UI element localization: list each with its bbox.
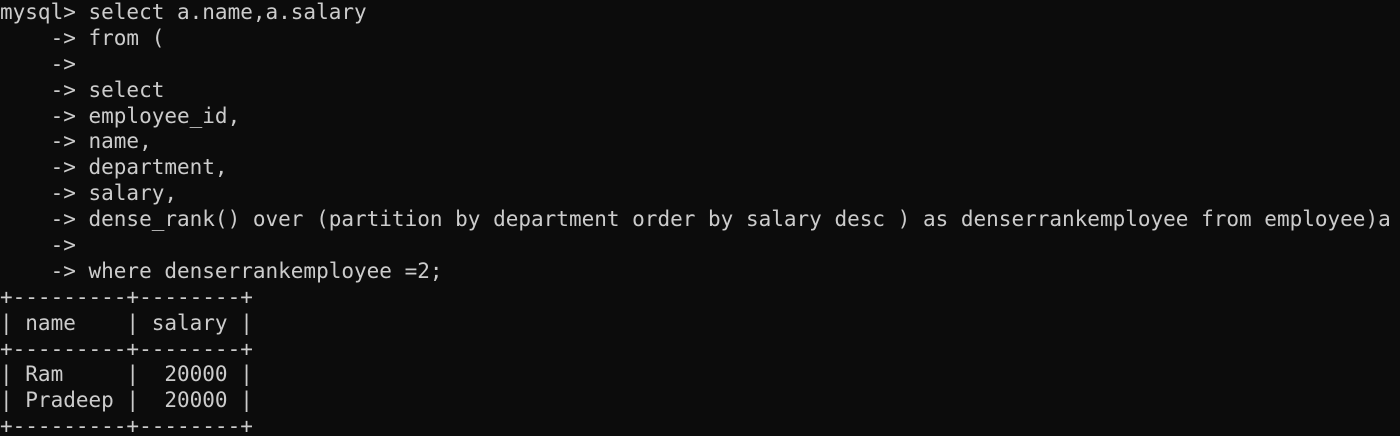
continuation-line: -> xyxy=(0,51,76,76)
result-table-border: +---------+--------+ xyxy=(0,336,253,361)
continuation-line: -> from ( xyxy=(0,25,165,50)
continuation-line: -> select xyxy=(0,77,165,102)
continuation-line: -> salary, xyxy=(0,181,178,206)
result-table-header: | name | salary | xyxy=(0,310,253,335)
terminal-window[interactable]: mysql> select a.name,a.salary -> from ( … xyxy=(0,0,1400,436)
result-table-border: +---------+--------+ xyxy=(0,414,253,436)
prompt-line: mysql> select a.name,a.salary xyxy=(0,0,367,24)
continuation-line: -> xyxy=(0,233,76,258)
continuation-line: -> employee_id, xyxy=(0,103,241,128)
result-table-border: +---------+--------+ xyxy=(0,284,253,309)
continuation-line: -> department, xyxy=(0,155,228,180)
result-table-row: | Ram | 20000 | xyxy=(0,362,253,387)
continuation-line: -> name, xyxy=(0,129,152,154)
result-table-row: | Pradeep | 20000 | xyxy=(0,388,253,413)
continuation-line: -> where denserrankemployee =2; xyxy=(0,258,443,283)
continuation-line: -> dense_rank() over (partition by depar… xyxy=(0,207,1391,232)
